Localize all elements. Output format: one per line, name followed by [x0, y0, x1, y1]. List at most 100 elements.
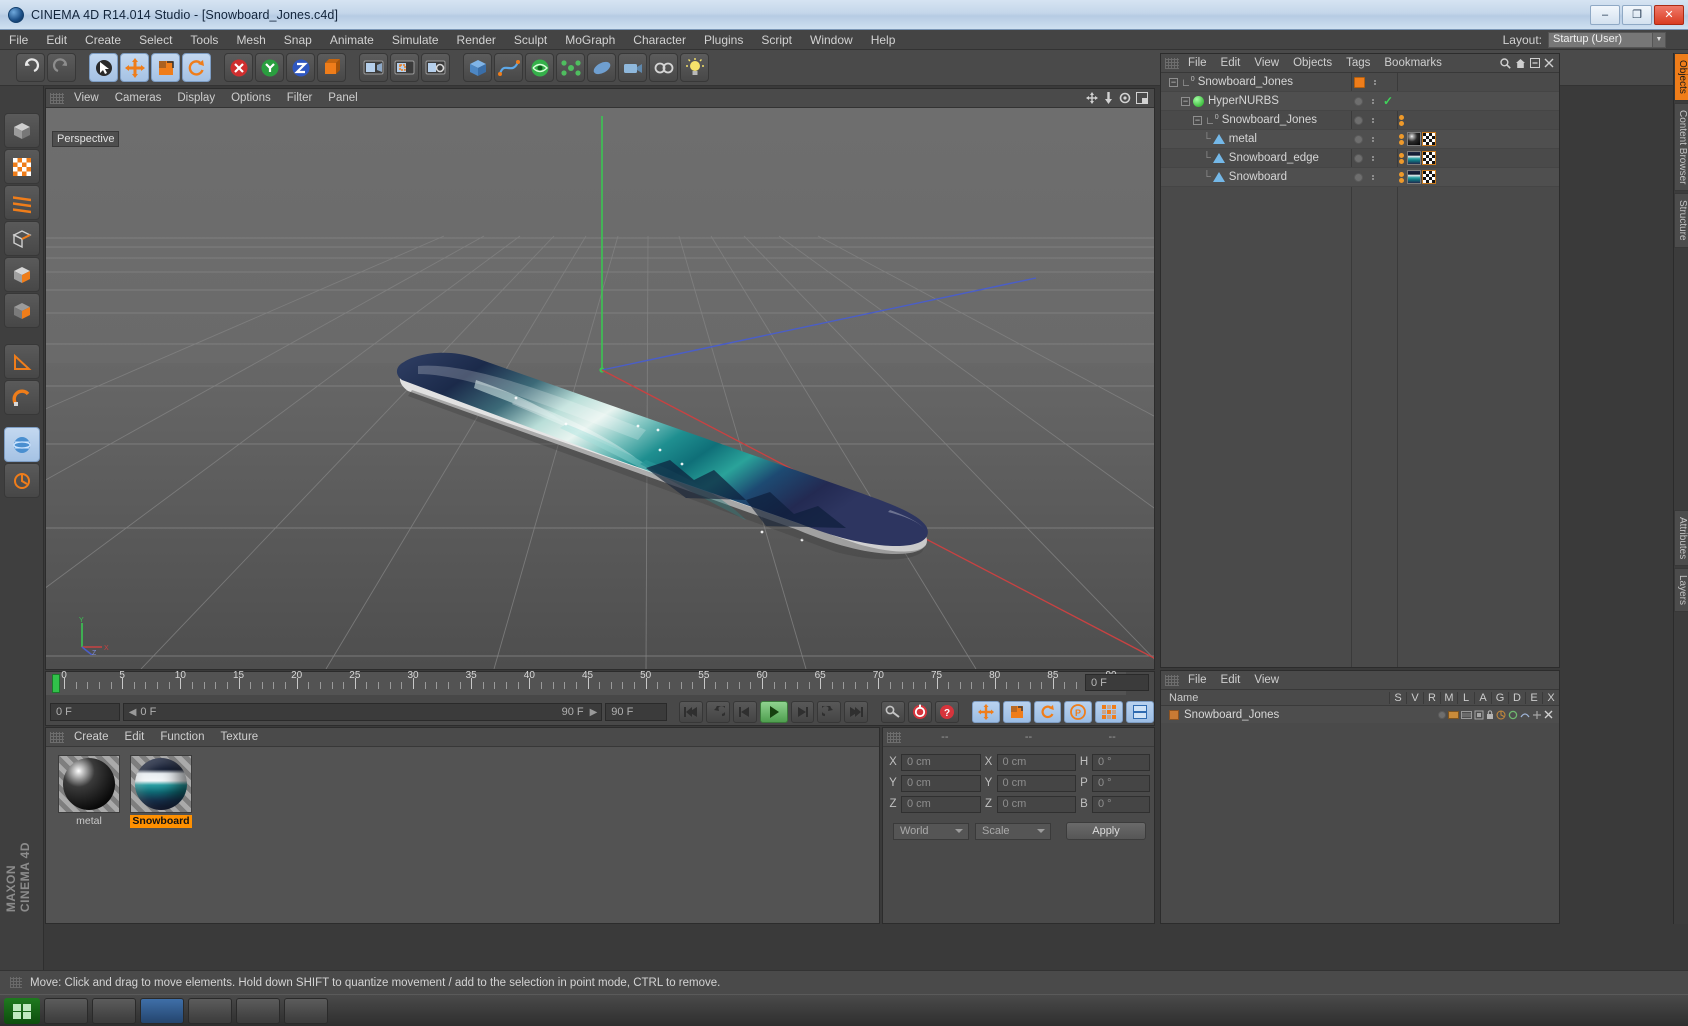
layer-render-icon[interactable]: [1461, 710, 1472, 720]
taskbar-media-app[interactable]: [236, 997, 280, 1024]
object-panel-grip-icon[interactable]: [1165, 57, 1179, 69]
texture-mode-button[interactable]: [4, 149, 40, 184]
material-menu-function[interactable]: Function: [152, 728, 212, 747]
layer-menu-view[interactable]: View: [1247, 671, 1286, 690]
uvw-tag-icon[interactable]: [1422, 132, 1436, 146]
object-menu-objects[interactable]: Objects: [1286, 54, 1339, 73]
add-array-button[interactable]: [556, 53, 585, 82]
scale-tool-button[interactable]: [151, 53, 180, 82]
rotation-b-input[interactable]: 0 °: [1092, 795, 1150, 813]
menu-snap[interactable]: Snap: [275, 30, 321, 50]
menu-window[interactable]: Window: [801, 30, 862, 50]
panel-grip-icon[interactable]: [50, 92, 64, 104]
object-color-swatch[interactable]: [1354, 76, 1365, 88]
object-tag-zone[interactable]: [1399, 114, 1406, 126]
add-spline-button[interactable]: [494, 53, 523, 82]
tab-layers[interactable]: Layers: [1674, 568, 1688, 613]
pan-icon[interactable]: [1086, 92, 1098, 104]
layer-solo-toggle[interactable]: [1438, 710, 1446, 719]
tab-attributes[interactable]: Attributes: [1674, 509, 1688, 567]
object-row-snowboard[interactable]: └ Snowboard: [1161, 168, 1559, 187]
layer-header-d[interactable]: D: [1508, 691, 1525, 704]
object-visibility-dots[interactable]: [1354, 115, 1374, 125]
rotation-p-input[interactable]: 0 °: [1092, 774, 1150, 792]
render-region-button[interactable]: [390, 53, 419, 82]
rotate-view-icon[interactable]: [1119, 92, 1131, 104]
visibility-dot-editor[interactable]: [1354, 153, 1363, 163]
undo-button[interactable]: [16, 53, 45, 82]
chevron-down-icon[interactable]: ▼: [1653, 31, 1666, 48]
layer-header-r[interactable]: R: [1423, 691, 1440, 704]
workplane-button[interactable]: [4, 344, 40, 379]
keyframe-selection-button[interactable]: [1126, 701, 1155, 723]
loop-button[interactable]: [817, 701, 842, 723]
rotation-h-input[interactable]: 0 °: [1092, 753, 1150, 771]
object-row-metal[interactable]: └ metal: [1161, 130, 1559, 149]
layer-header-e[interactable]: E: [1525, 691, 1542, 704]
material-menu-edit[interactable]: Edit: [117, 728, 153, 747]
tab-structure[interactable]: Structure: [1674, 193, 1688, 248]
object-name[interactable]: Snowboard_Jones: [1222, 114, 1317, 126]
object-visibility-dots[interactable]: ✓: [1354, 94, 1393, 108]
close-button[interactable]: ✕: [1654, 4, 1684, 25]
tab-objects[interactable]: Objects: [1674, 53, 1688, 101]
layer-header-v[interactable]: V: [1406, 691, 1423, 704]
uvw-tag-icon[interactable]: [1422, 170, 1436, 184]
object-menu-edit[interactable]: Edit: [1214, 54, 1248, 73]
visibility-dot-editor[interactable]: [1354, 96, 1363, 106]
taskbar-browser-app[interactable]: [92, 997, 136, 1024]
uvw-tag-icon[interactable]: [1422, 151, 1436, 165]
menu-simulate[interactable]: Simulate: [383, 30, 448, 50]
object-tag-zone[interactable]: [1399, 170, 1436, 184]
object-name[interactable]: HyperNURBS: [1208, 95, 1279, 107]
search-icon[interactable]: [1500, 57, 1511, 69]
object-name[interactable]: Snowboard_Jones: [1198, 76, 1293, 88]
visibility-dots-icon[interactable]: [1372, 136, 1374, 142]
layer-xref-icon[interactable]: [1544, 710, 1553, 719]
layer-header-g[interactable]: G: [1491, 691, 1508, 704]
position-y-input[interactable]: 0 cm: [901, 774, 981, 792]
material-panel-grip-icon[interactable]: [50, 731, 64, 743]
menu-edit[interactable]: Edit: [37, 30, 76, 50]
object-menu-bookmarks[interactable]: Bookmarks: [1377, 54, 1449, 73]
material-name-snowboard[interactable]: Snowboard: [130, 815, 192, 828]
record-rotation-button[interactable]: [1033, 701, 1062, 723]
polygon-mode-button[interactable]: [4, 257, 40, 292]
taskbar-other-app[interactable]: [284, 997, 328, 1024]
chevron-down-icon[interactable]: [955, 828, 963, 833]
visibility-dot-editor[interactable]: [1354, 172, 1363, 182]
layer-name[interactable]: Snowboard_Jones: [1184, 709, 1279, 721]
object-visibility-dots[interactable]: [1354, 134, 1374, 144]
viewport-3d-canvas[interactable]: Perspective Y X Z: [46, 108, 1154, 669]
material-tag-metal-icon[interactable]: [1407, 132, 1421, 146]
add-effect-button[interactable]: [649, 53, 678, 82]
viewport-menu-display[interactable]: Display: [169, 89, 223, 108]
menu-sculpt[interactable]: Sculpt: [505, 30, 556, 50]
maximize-view-icon[interactable]: [1136, 92, 1148, 104]
home-icon[interactable]: [1515, 58, 1526, 69]
model-mode-button[interactable]: [4, 113, 40, 148]
layer-color-swatch[interactable]: [1169, 709, 1179, 720]
viewport-menu-cameras[interactable]: Cameras: [107, 89, 170, 108]
layer-header-m[interactable]: M: [1440, 691, 1457, 704]
step-forward-button[interactable]: [790, 701, 815, 723]
material-thumbnail[interactable]: [130, 755, 192, 813]
close-icon[interactable]: [1544, 58, 1554, 68]
visibility-dots-icon[interactable]: [1372, 117, 1374, 123]
expander-toggle-icon[interactable]: −: [1181, 96, 1190, 106]
object-menu-view[interactable]: View: [1247, 54, 1286, 73]
layer-header-s[interactable]: S: [1389, 691, 1406, 704]
taskbar-folder-app[interactable]: [188, 997, 232, 1024]
move-tool-button[interactable]: [120, 53, 149, 82]
menu-create[interactable]: Create: [76, 30, 130, 50]
object-menu-tags[interactable]: Tags: [1339, 54, 1377, 73]
menu-file[interactable]: File: [0, 30, 37, 50]
record-scale-button[interactable]: [1002, 701, 1031, 723]
layer-expression-icon[interactable]: [1532, 710, 1542, 720]
menu-animate[interactable]: Animate: [321, 30, 383, 50]
record-parameter-button[interactable]: P: [1064, 701, 1093, 723]
object-visibility-dots[interactable]: [1354, 153, 1374, 163]
object-visibility-dots[interactable]: [1354, 172, 1374, 182]
end-frame-field[interactable]: 90 F: [605, 703, 668, 721]
lock-y-axis-button[interactable]: [255, 53, 284, 82]
